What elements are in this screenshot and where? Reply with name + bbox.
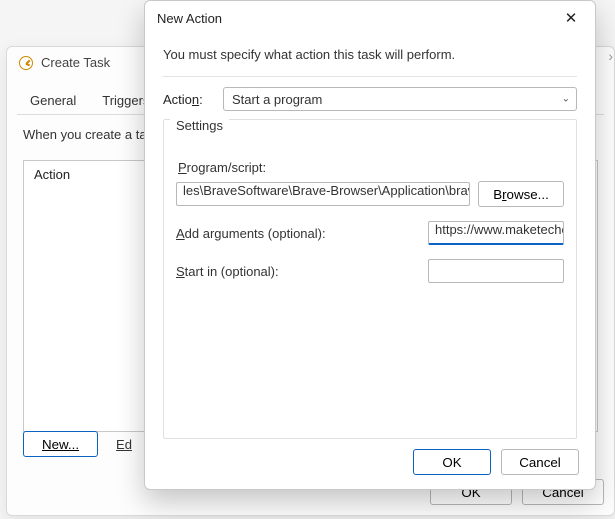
arguments-row: Add arguments (optional): https://www.ma… bbox=[176, 221, 564, 245]
program-input[interactable]: les\BraveSoftware\Brave-Browser\Applicat… bbox=[176, 182, 470, 206]
edit-action-button[interactable]: Ed bbox=[116, 437, 132, 452]
separator bbox=[163, 76, 577, 77]
cancel-button[interactable]: Cancel bbox=[501, 449, 579, 475]
action-row: Action: Start a program ⌄ bbox=[163, 87, 577, 111]
tab-scroll-right-icon[interactable]: › bbox=[608, 48, 613, 64]
arguments-label: Add arguments (optional): bbox=[176, 226, 326, 241]
settings-group: Settings Program/script: les\BraveSoftwa… bbox=[163, 119, 577, 439]
new-action-button[interactable]: New... bbox=[23, 431, 98, 457]
dialog-footer: OK Cancel bbox=[413, 449, 579, 475]
dialog-title: New Action bbox=[157, 11, 222, 26]
dialog-titlebar: New Action ✕ bbox=[145, 1, 595, 35]
startin-input[interactable] bbox=[428, 259, 564, 283]
create-task-titlebar: Create Task bbox=[19, 55, 110, 70]
new-action-dialog: New Action ✕ You must specify what actio… bbox=[144, 0, 596, 490]
program-row: les\BraveSoftware\Brave-Browser\Applicat… bbox=[176, 181, 564, 207]
startin-row: Start in (optional): bbox=[176, 259, 564, 283]
arguments-input[interactable]: https://www.maketeche bbox=[428, 221, 564, 245]
program-label: Program/script: bbox=[178, 160, 564, 175]
ok-button[interactable]: OK bbox=[413, 449, 491, 475]
dialog-body: You must specify what action this task w… bbox=[145, 35, 595, 439]
chevron-down-icon: ⌄ bbox=[562, 94, 570, 105]
tab-general[interactable]: General bbox=[17, 88, 89, 115]
browse-button[interactable]: Browse... bbox=[478, 181, 564, 207]
close-icon[interactable]: ✕ bbox=[559, 6, 583, 30]
create-task-title: Create Task bbox=[41, 55, 110, 70]
startin-label: Start in (optional): bbox=[176, 264, 279, 279]
action-label: Action: bbox=[163, 92, 213, 107]
action-selected-value: Start a program bbox=[232, 92, 322, 107]
settings-legend: Settings bbox=[170, 118, 229, 133]
action-combobox[interactable]: Start a program ⌄ bbox=[223, 87, 577, 111]
dialog-instruction: You must specify what action this task w… bbox=[163, 47, 577, 62]
clock-icon bbox=[19, 56, 33, 70]
actions-footer: New... Ed bbox=[23, 431, 132, 457]
